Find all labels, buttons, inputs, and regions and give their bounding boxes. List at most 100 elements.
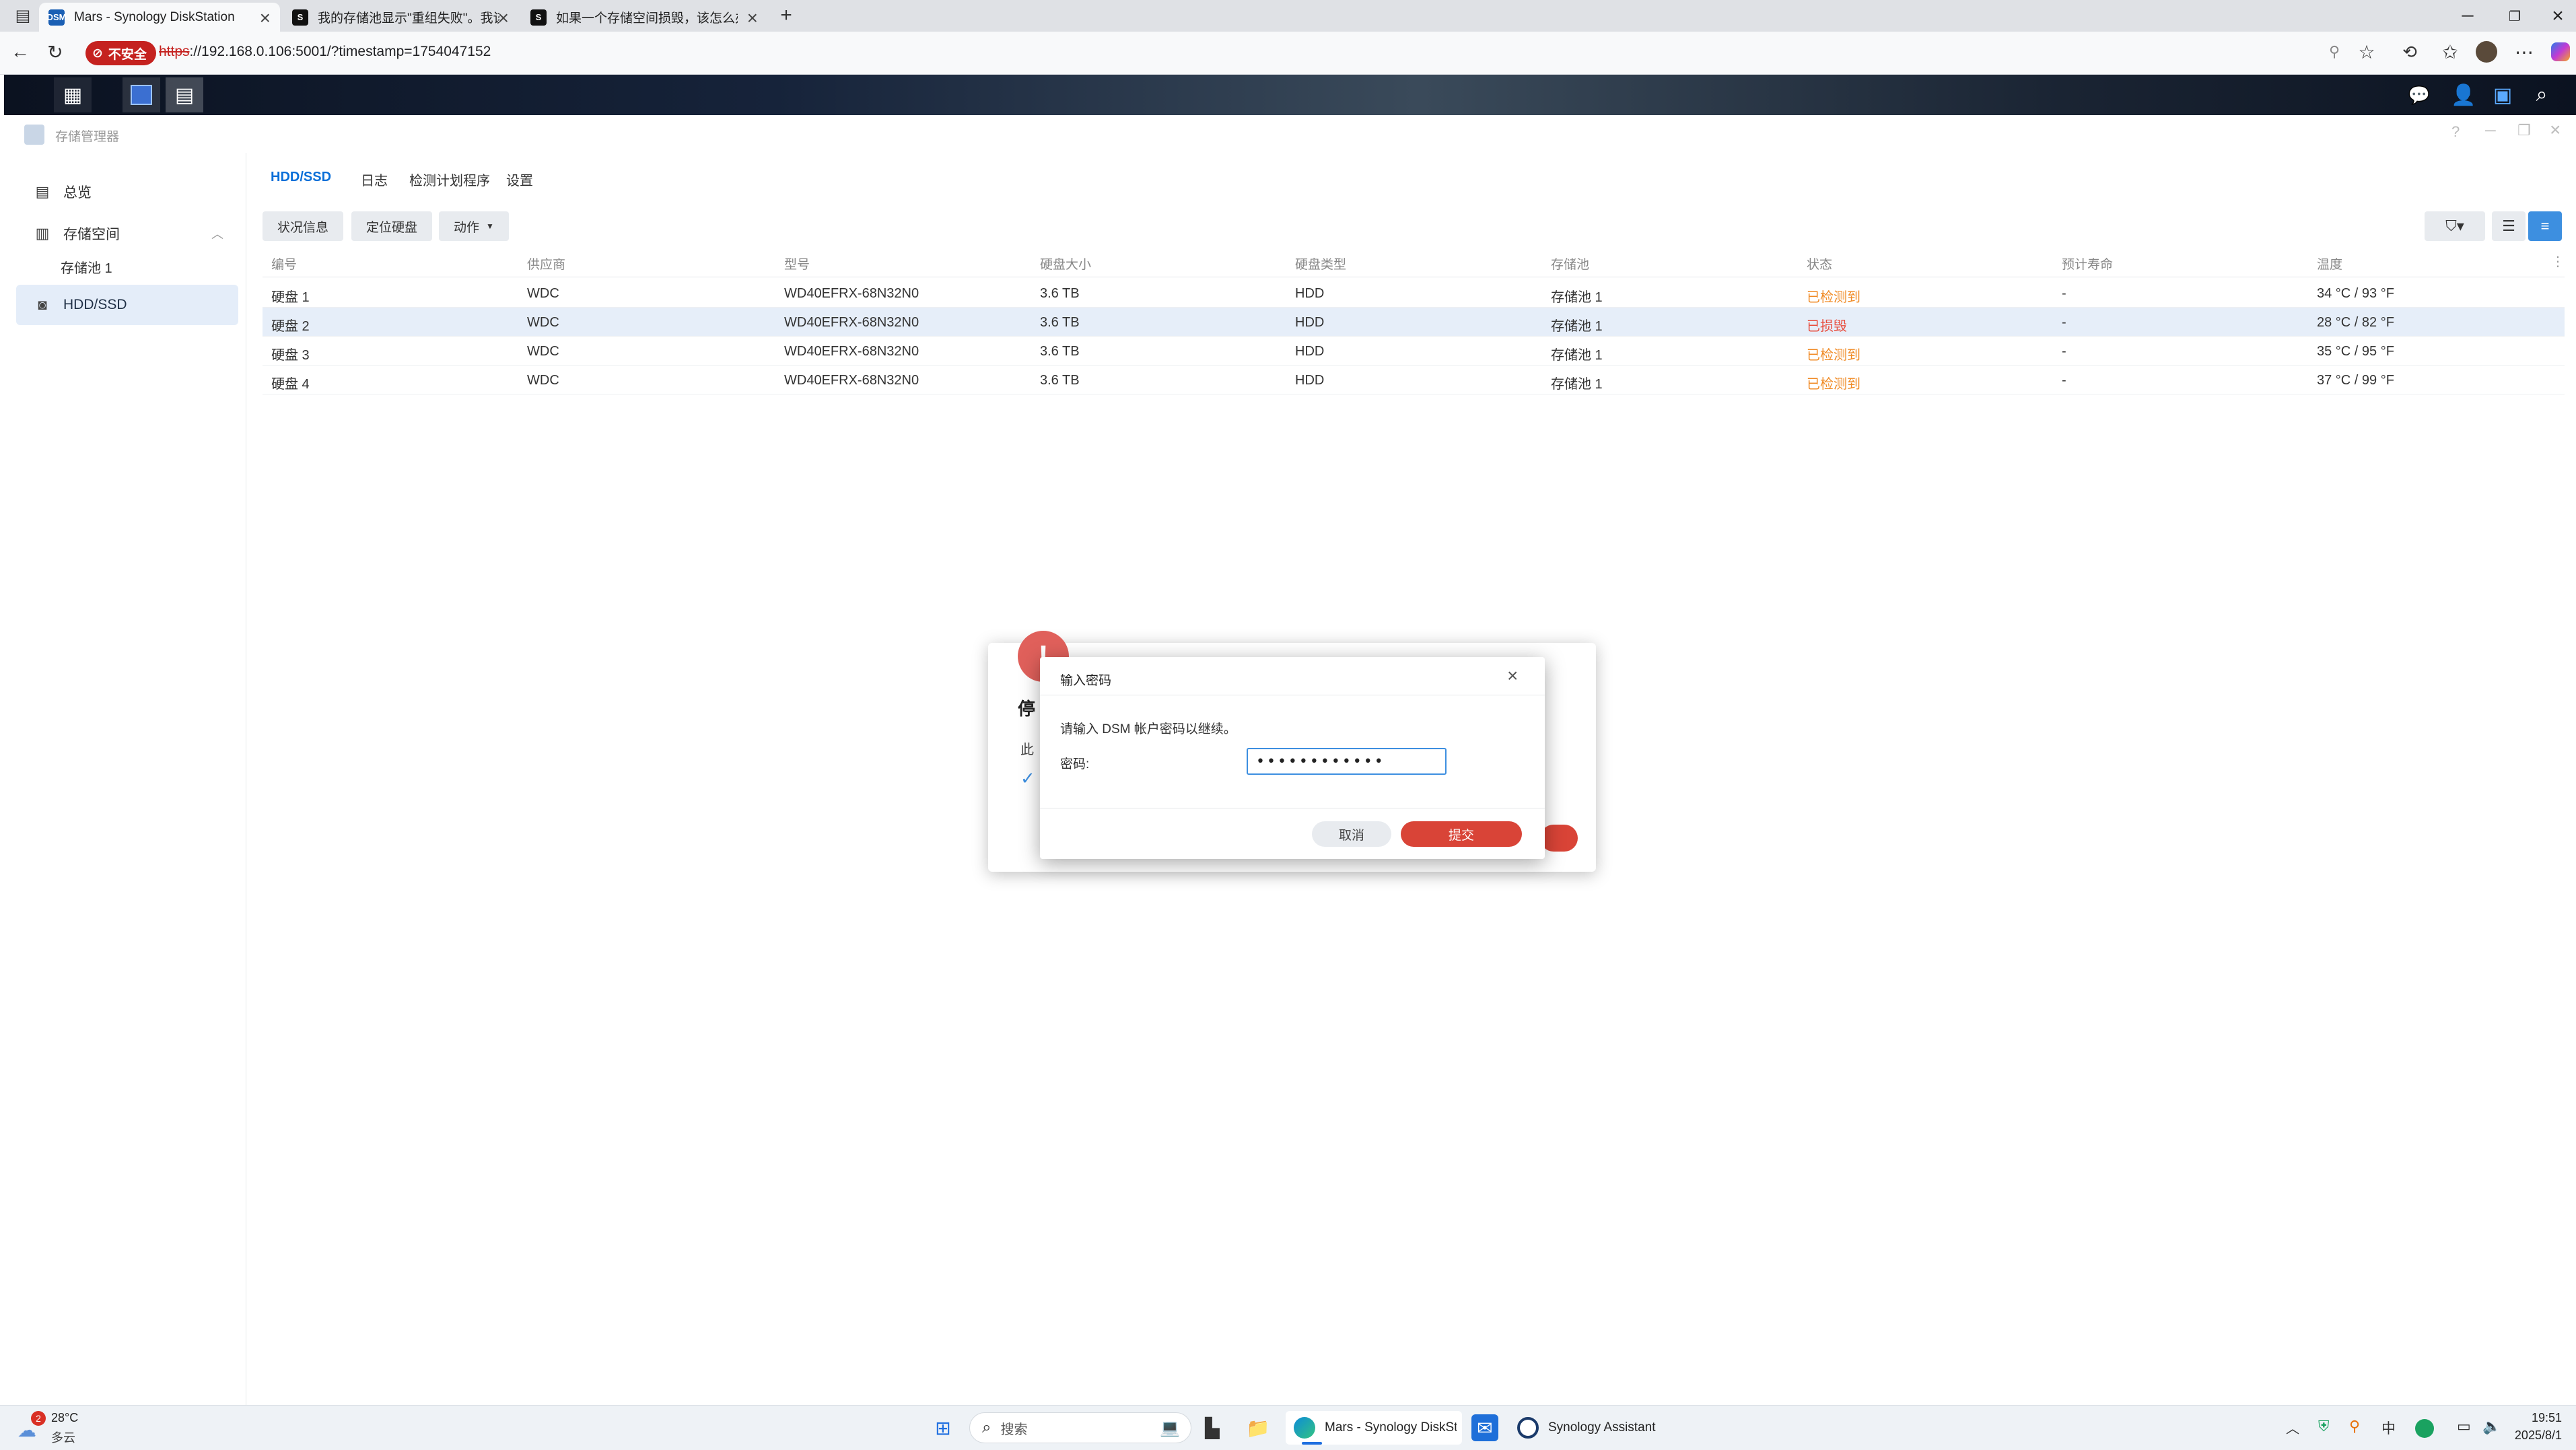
column-header-status[interactable]: 状态	[1807, 254, 1832, 273]
column-header-model[interactable]: 型号	[784, 254, 810, 273]
extensions-icon[interactable]: ⟲	[2396, 38, 2423, 65]
cell-life: -	[2062, 344, 2066, 359]
sidebar-item-overview[interactable]: ▤ 总览	[16, 172, 238, 212]
tab-title: 我的存储池显示"重组失败"。我该	[318, 11, 499, 26]
read-aloud-icon[interactable]: ⚲	[2321, 38, 2348, 65]
column-options-icon[interactable]: ⋮	[2551, 253, 2565, 270]
security-shield-icon[interactable]: ⛨	[2318, 1418, 2330, 1435]
close-tab-icon[interactable]: ×	[260, 7, 271, 29]
cell-pool: 存储池 1	[1551, 290, 1603, 305]
locate-disk-button[interactable]: 定位硬盘	[351, 211, 433, 241]
checkbox-checked-icon[interactable]: ✓	[1020, 768, 1035, 789]
network-icon[interactable]: ▭	[2457, 1418, 2471, 1435]
task-view-icon[interactable]: ▙	[1197, 1412, 1228, 1443]
wechat-tray-icon[interactable]	[2415, 1419, 2434, 1438]
column-header-size[interactable]: 硬盘大小	[1040, 254, 1091, 273]
tab-rebuild-failed[interactable]: S 我的存储池显示"重组失败"。我该 ×	[283, 3, 518, 32]
status-info-button[interactable]: 状况信息	[263, 211, 344, 241]
background-dialog-confirm-button[interactable]	[1540, 825, 1578, 852]
main-menu-icon[interactable]: ▦	[54, 77, 92, 112]
clock-time[interactable]: 19:51	[2515, 1411, 2562, 1425]
tab-storage-crashed[interactable]: S 如果一个存储空间损毁，该怎么办 ×	[521, 3, 767, 32]
action-dropdown-button[interactable]: 动作 ▼	[439, 211, 509, 241]
more-menu-icon[interactable]: ⋯	[2511, 38, 2538, 65]
list-view-compact-button[interactable]: ☰	[2492, 211, 2526, 241]
back-arrow-icon[interactable]: ←	[7, 38, 34, 65]
notifications-icon[interactable]: 💬	[2400, 77, 2438, 112]
column-header-vendor[interactable]: 供应商	[527, 254, 565, 273]
tab-log[interactable]: 日志	[361, 170, 388, 189]
search-placeholder: 搜索	[1000, 1422, 1028, 1437]
background-dialog-title: 停	[1018, 699, 1036, 719]
start-windows-icon[interactable]: ⊞	[928, 1412, 959, 1443]
taskbar-app-edge[interactable]: Mars - Synology DiskSta	[1286, 1411, 1462, 1445]
favorites-icon[interactable]: ✩	[2437, 38, 2464, 65]
taskbar-search[interactable]: ⌕ 搜索 💻	[969, 1412, 1191, 1443]
close-window-icon[interactable]: ×	[2538, 3, 2576, 30]
file-explorer-icon[interactable]: 📁	[1243, 1412, 1274, 1443]
widgets-icon[interactable]: ▣	[2484, 77, 2521, 112]
cell-pool: 存储池 1	[1551, 319, 1603, 334]
sidebar-item-storage-pool-1[interactable]: 存储池 1	[16, 250, 238, 283]
table-row[interactable]: 硬盘 3 WDC WD40EFRX-68N32N0 3.6 TB HDD 存储池…	[263, 337, 2565, 366]
table-row[interactable]: 硬盘 4 WDC WD40EFRX-68N32N0 3.6 TB HDD 存储池…	[263, 366, 2565, 394]
help-icon[interactable]: ?	[2451, 123, 2460, 141]
cancel-button[interactable]: 取消	[1312, 821, 1391, 847]
user-icon[interactable]: 👤	[2445, 77, 2482, 112]
volume-icon[interactable]: 🔈	[2482, 1418, 2501, 1435]
restore-window-icon[interactable]: ❐	[2495, 3, 2535, 30]
storage-manager-taskbar-icon[interactable]: ▤	[166, 77, 203, 112]
column-header-life[interactable]: 预计寿命	[2062, 254, 2113, 273]
close-dialog-icon[interactable]: ×	[1507, 665, 1518, 687]
input-method-indicator[interactable]: 中	[2381, 1418, 2396, 1438]
tray-app-icon[interactable]: ⚲	[2349, 1418, 2360, 1435]
sidebar-item-storage[interactable]: ▥ 存储空间 ︿	[16, 213, 238, 254]
cell-size: 3.6 TB	[1040, 373, 1080, 388]
column-header-pool[interactable]: 存储池	[1551, 254, 1589, 273]
tab-mars-diskstation[interactable]: DSM Mars - Synology DiskStation ×	[39, 3, 280, 32]
tray-overflow-chevron-icon[interactable]: ︿	[2286, 1418, 2299, 1437]
reload-icon[interactable]: ↻	[42, 38, 69, 65]
chevron-up-icon[interactable]: ︿	[211, 225, 223, 242]
cell-vendor: WDC	[527, 286, 559, 301]
password-label: 密码:	[1060, 757, 1090, 771]
close-tab-icon[interactable]: ×	[747, 7, 758, 29]
copilot-icon[interactable]	[2547, 38, 2574, 65]
taskbar-app-synology-assistant[interactable]: Synology Assistant	[1512, 1411, 1687, 1445]
storage-manager-app-icon	[24, 125, 44, 145]
table-row[interactable]: 硬盘 1 WDC WD40EFRX-68N32N0 3.6 TB HDD 存储池…	[263, 279, 2565, 308]
not-secure-badge[interactable]: ⊘ 不安全	[85, 41, 156, 65]
taskbar-app-label: Mars - Synology DiskSta	[1325, 1420, 1457, 1435]
column-header-temp[interactable]: 温度	[2317, 254, 2342, 273]
tab-test-scheduler[interactable]: 检测计划程序	[409, 170, 490, 189]
url-field[interactable]: https://192.168.0.106:5001/?timestamp=17…	[159, 44, 491, 60]
close-tab-icon[interactable]: ×	[498, 7, 509, 29]
url-protocol: https	[159, 44, 190, 59]
cell-vendor: WDC	[527, 344, 559, 359]
control-panel-icon[interactable]	[123, 77, 160, 112]
detail-list-icon: ≡	[2540, 217, 2550, 234]
sidebar-item-hdd-ssd[interactable]: ◙ HDD/SSD	[16, 285, 238, 325]
maximize-app-icon[interactable]: ❐	[2517, 122, 2531, 139]
column-header-type[interactable]: 硬盘类型	[1295, 254, 1346, 273]
table-row[interactable]: 硬盘 2 WDC WD40EFRX-68N32N0 3.6 TB HDD 存储池…	[263, 308, 2565, 337]
clock-date[interactable]: 2025/8/1	[2501, 1428, 2562, 1443]
filter-button[interactable]: ⛉▾	[2425, 211, 2485, 241]
favorite-star-icon[interactable]: ☆	[2353, 38, 2380, 65]
minimize-app-icon[interactable]: ─	[2485, 122, 2496, 139]
tab-actions-icon[interactable]: ▤	[9, 2, 36, 29]
minimize-window-icon[interactable]: ─	[2447, 3, 2488, 30]
synology-chat-icon[interactable]: ✉	[1471, 1414, 1498, 1441]
password-input[interactable]	[1247, 748, 1447, 775]
tab-hdd-ssd[interactable]: HDD/SSD	[271, 170, 331, 185]
new-tab-plus-icon[interactable]: +	[773, 2, 800, 29]
tab-settings[interactable]: 设置	[506, 170, 533, 189]
profile-avatar-icon[interactable]	[2473, 38, 2500, 65]
column-header-id[interactable]: 编号	[271, 254, 297, 273]
weather-widget[interactable]: ☁ 2	[18, 1411, 50, 1443]
search-icon[interactable]: ⌕	[2523, 77, 2561, 112]
submit-button[interactable]: 提交	[1401, 821, 1522, 847]
list-view-detail-button[interactable]: ≡	[2528, 211, 2562, 241]
close-app-icon[interactable]: ×	[2550, 119, 2561, 141]
cell-type: HDD	[1295, 286, 1325, 301]
